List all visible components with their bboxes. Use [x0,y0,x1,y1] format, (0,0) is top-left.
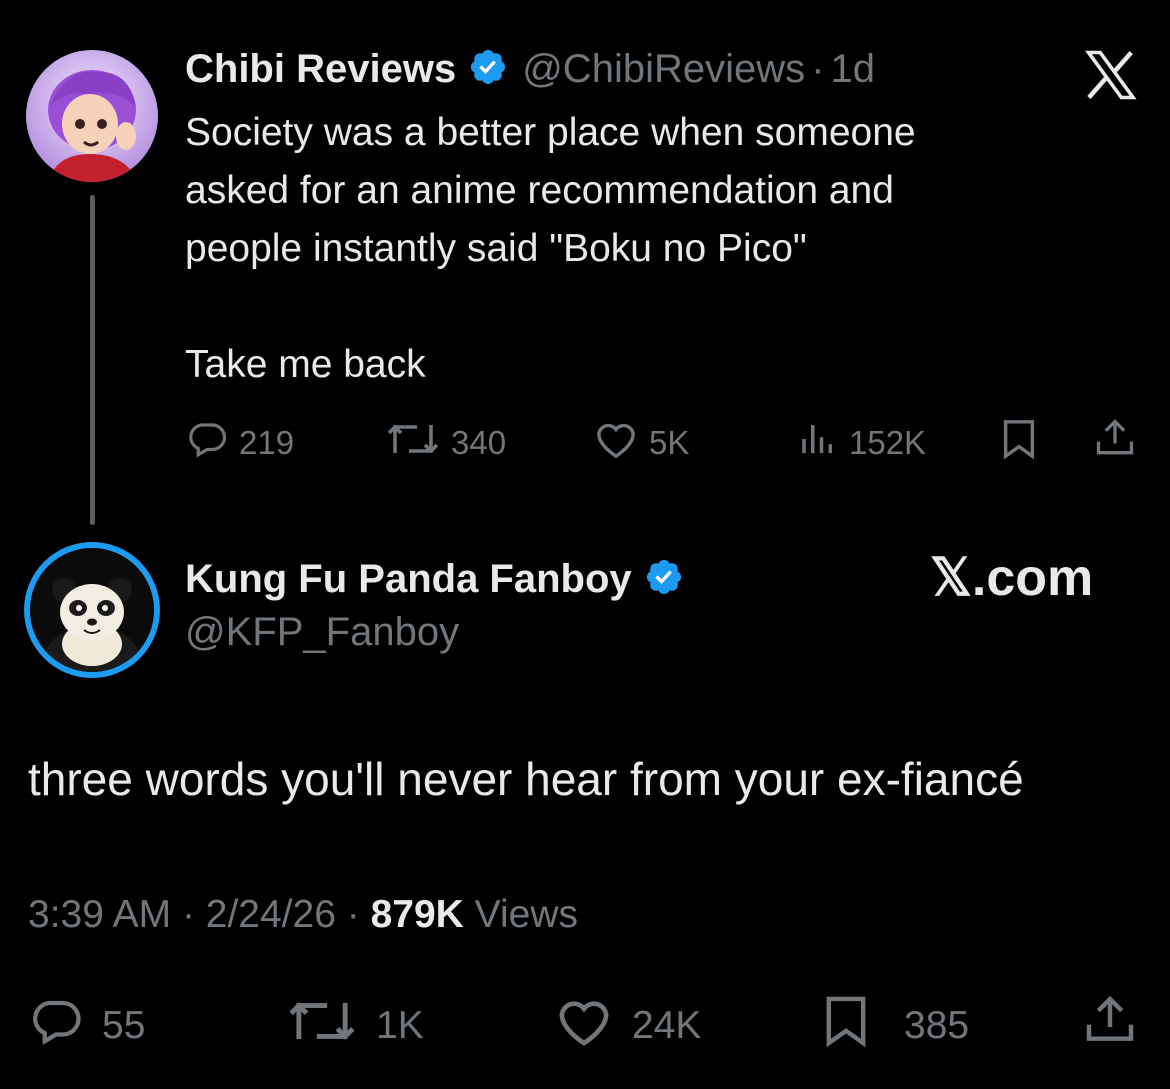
tweet2-actions: 55 1K 24K 385 [28,990,1143,1054]
repost-button[interactable]: 340 [385,418,506,468]
bookmark-count: 385 [904,1004,970,1047]
tweet-time[interactable]: 3:39 AM [28,893,171,936]
display-name[interactable]: Chibi Reviews [185,47,456,92]
x-com-brand: 𝕏.com [930,549,1094,607]
tweet-age[interactable]: 1d [830,47,875,92]
repost-count: 340 [451,424,507,461]
like-button[interactable]: 5K [593,418,689,468]
separator-dot: · [181,893,195,936]
repost-icon [385,418,451,468]
views-count: 879K [370,893,464,936]
views-label: Views [474,893,578,936]
repost-button[interactable]: 1K [286,994,424,1058]
like-button[interactable]: 24K [554,994,701,1058]
avatar-kfp-fanboy[interactable] [24,542,160,678]
verified-badge-icon [456,47,522,92]
separator-dot: · [346,893,360,936]
share-button[interactable] [1082,992,1156,1058]
like-icon [593,418,649,468]
tweet1-text: Society was a better place when someone … [185,111,916,386]
bookmark-button[interactable]: 385 [820,994,969,1058]
reply-icon [185,418,239,468]
repost-icon [286,994,376,1058]
separator-dot: · [811,46,825,91]
views-icon [797,418,849,468]
reply-icon [28,994,102,1058]
repost-count: 1K [376,1004,424,1047]
tweet-date[interactable]: 2/24/26 [206,893,336,936]
views-count: 152K [849,424,927,461]
share-icon [1093,416,1147,468]
like-count: 24K [632,1004,702,1047]
verified-badge-icon [632,557,698,602]
bookmark-icon [999,418,1049,468]
reply-count: 219 [239,424,295,461]
x-logo-icon [1084,50,1138,100]
like-count: 5K [649,424,690,461]
handle[interactable]: @KFP_Fanboy [185,610,459,655]
reply-count: 55 [102,1004,146,1047]
bookmark-icon [820,994,890,1058]
views-button[interactable]: 152K [797,418,926,468]
handle[interactable]: @ChibiReviews [522,47,805,92]
reply-button[interactable]: 219 [185,418,294,468]
tweet1-actions: 219 340 5K 152K [185,414,1140,464]
thread-connector-line [90,195,95,525]
tweet2-header: Kung Fu Panda Fanboy [185,554,698,604]
tweet2-text: three words you'll never hear from your … [28,753,1024,805]
tweet1-header: Chibi Reviews @ChibiReviews · 1d [185,44,875,94]
reply-button[interactable]: 55 [28,994,145,1058]
share-icon [1082,992,1156,1058]
avatar-chibi-reviews[interactable] [26,50,158,182]
bookmark-button[interactable] [999,418,1049,468]
like-icon [554,994,632,1058]
display-name[interactable]: Kung Fu Panda Fanboy [185,557,632,602]
share-button[interactable] [1093,416,1147,468]
tweet-meta: 3:39 AM · 2/24/26 · 879K Views [28,893,578,937]
